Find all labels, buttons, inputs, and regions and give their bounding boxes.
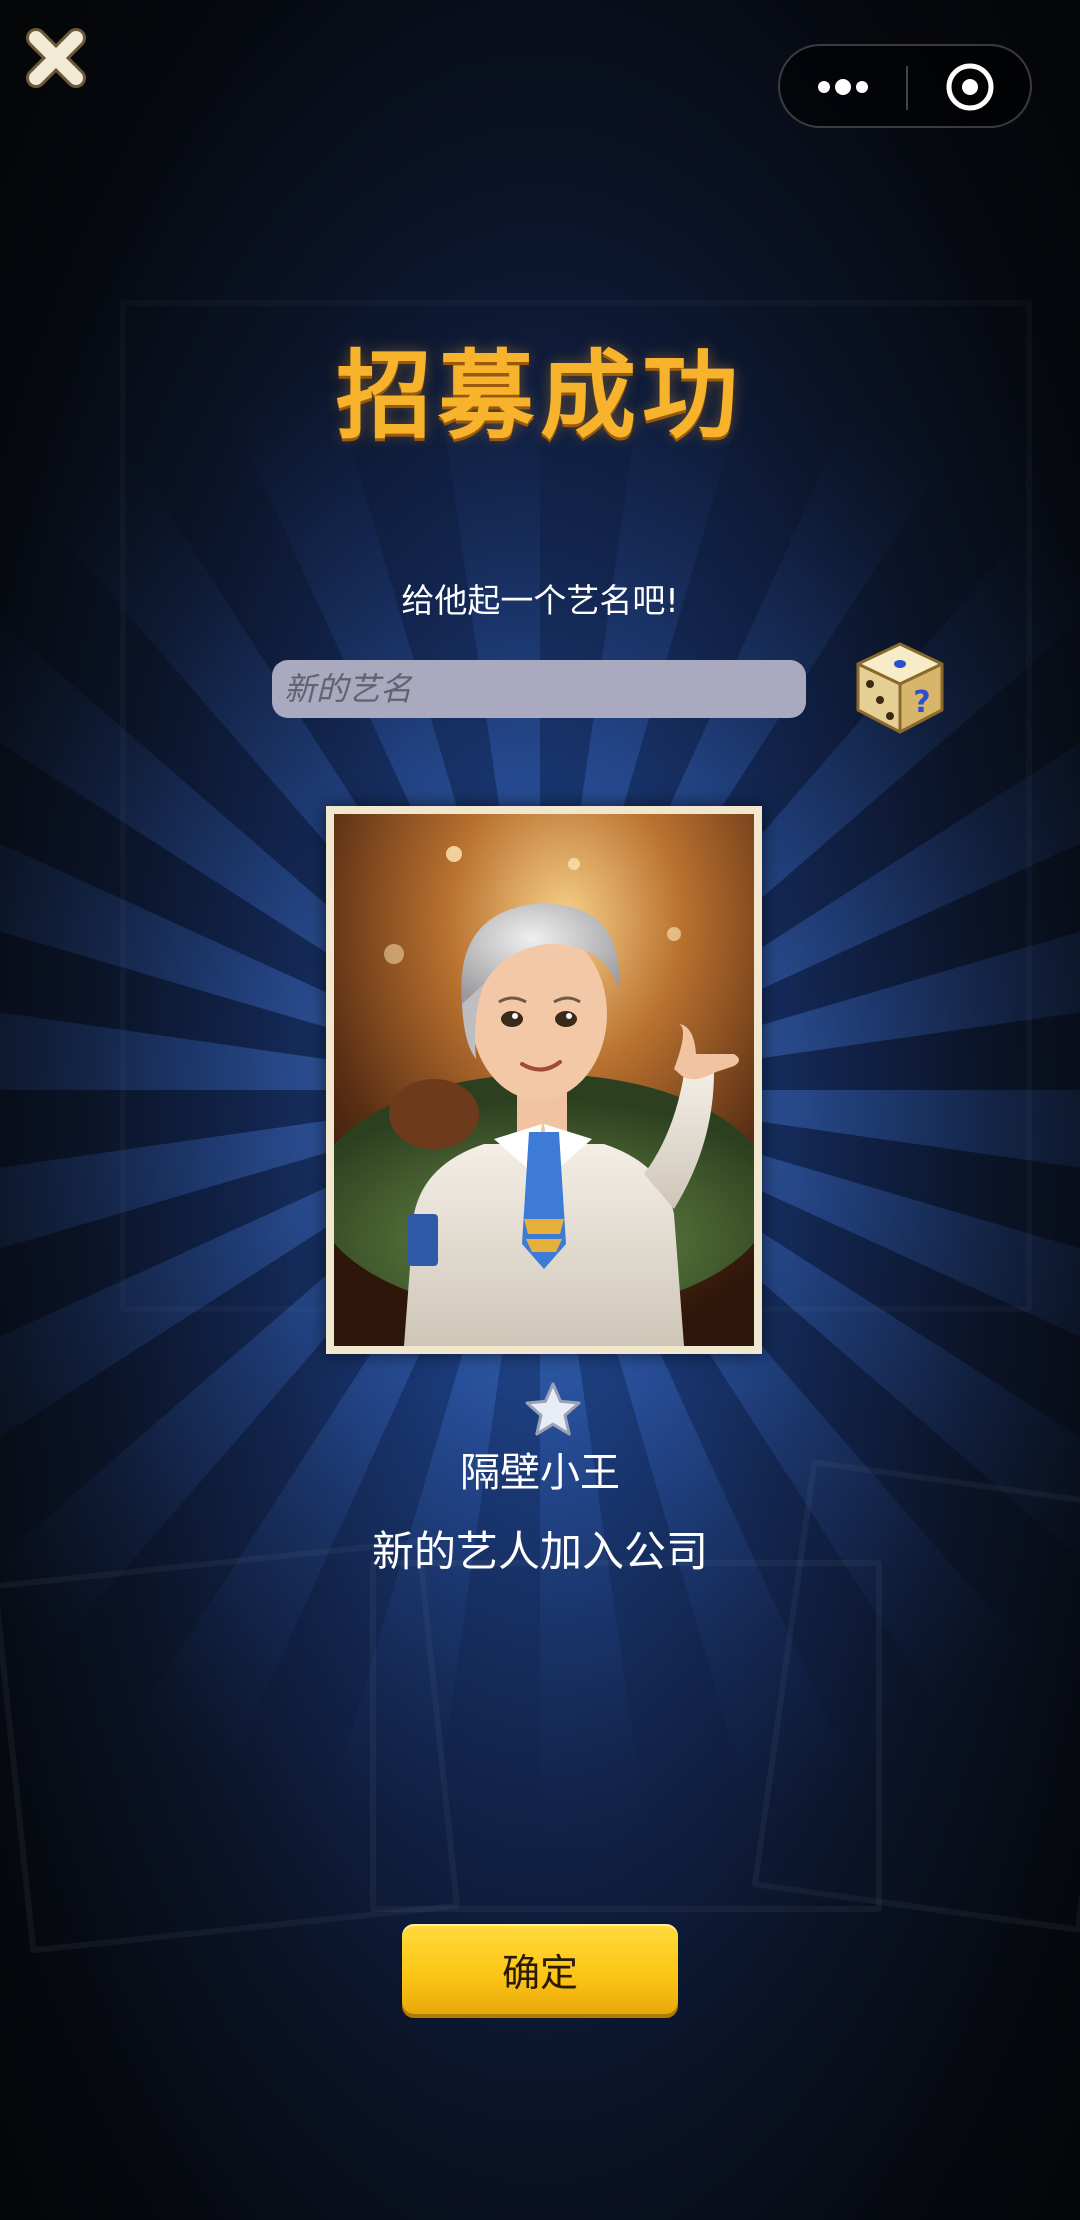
more-dots-icon <box>818 79 868 95</box>
recruit-success-screen: 招募成功 给他起一个艺名吧! ? <box>0 0 1080 2220</box>
star-icon <box>525 1382 581 1436</box>
stage-name-input[interactable] <box>272 660 806 718</box>
dice-random-icon: ? <box>856 642 944 734</box>
random-name-button[interactable]: ? <box>852 638 948 738</box>
exit-button[interactable] <box>908 46 1032 126</box>
more-button[interactable] <box>780 46 906 126</box>
confirm-button[interactable]: 确定 <box>402 1924 678 2014</box>
close-x-icon <box>26 28 86 88</box>
artist-portrait-card <box>326 806 762 1354</box>
page-title: 招募成功 <box>336 340 744 452</box>
target-circle-icon <box>946 63 994 111</box>
artist-name: 隔壁小王 <box>460 1450 620 1496</box>
close-button[interactable] <box>22 24 90 92</box>
name-prompt: 给他起一个艺名吧! <box>401 581 679 620</box>
artist-portrait <box>334 814 754 1346</box>
menu-capsule <box>778 44 1032 128</box>
svg-text:?: ? <box>913 685 930 720</box>
join-message: 新的艺人加入公司 <box>371 1527 708 1576</box>
